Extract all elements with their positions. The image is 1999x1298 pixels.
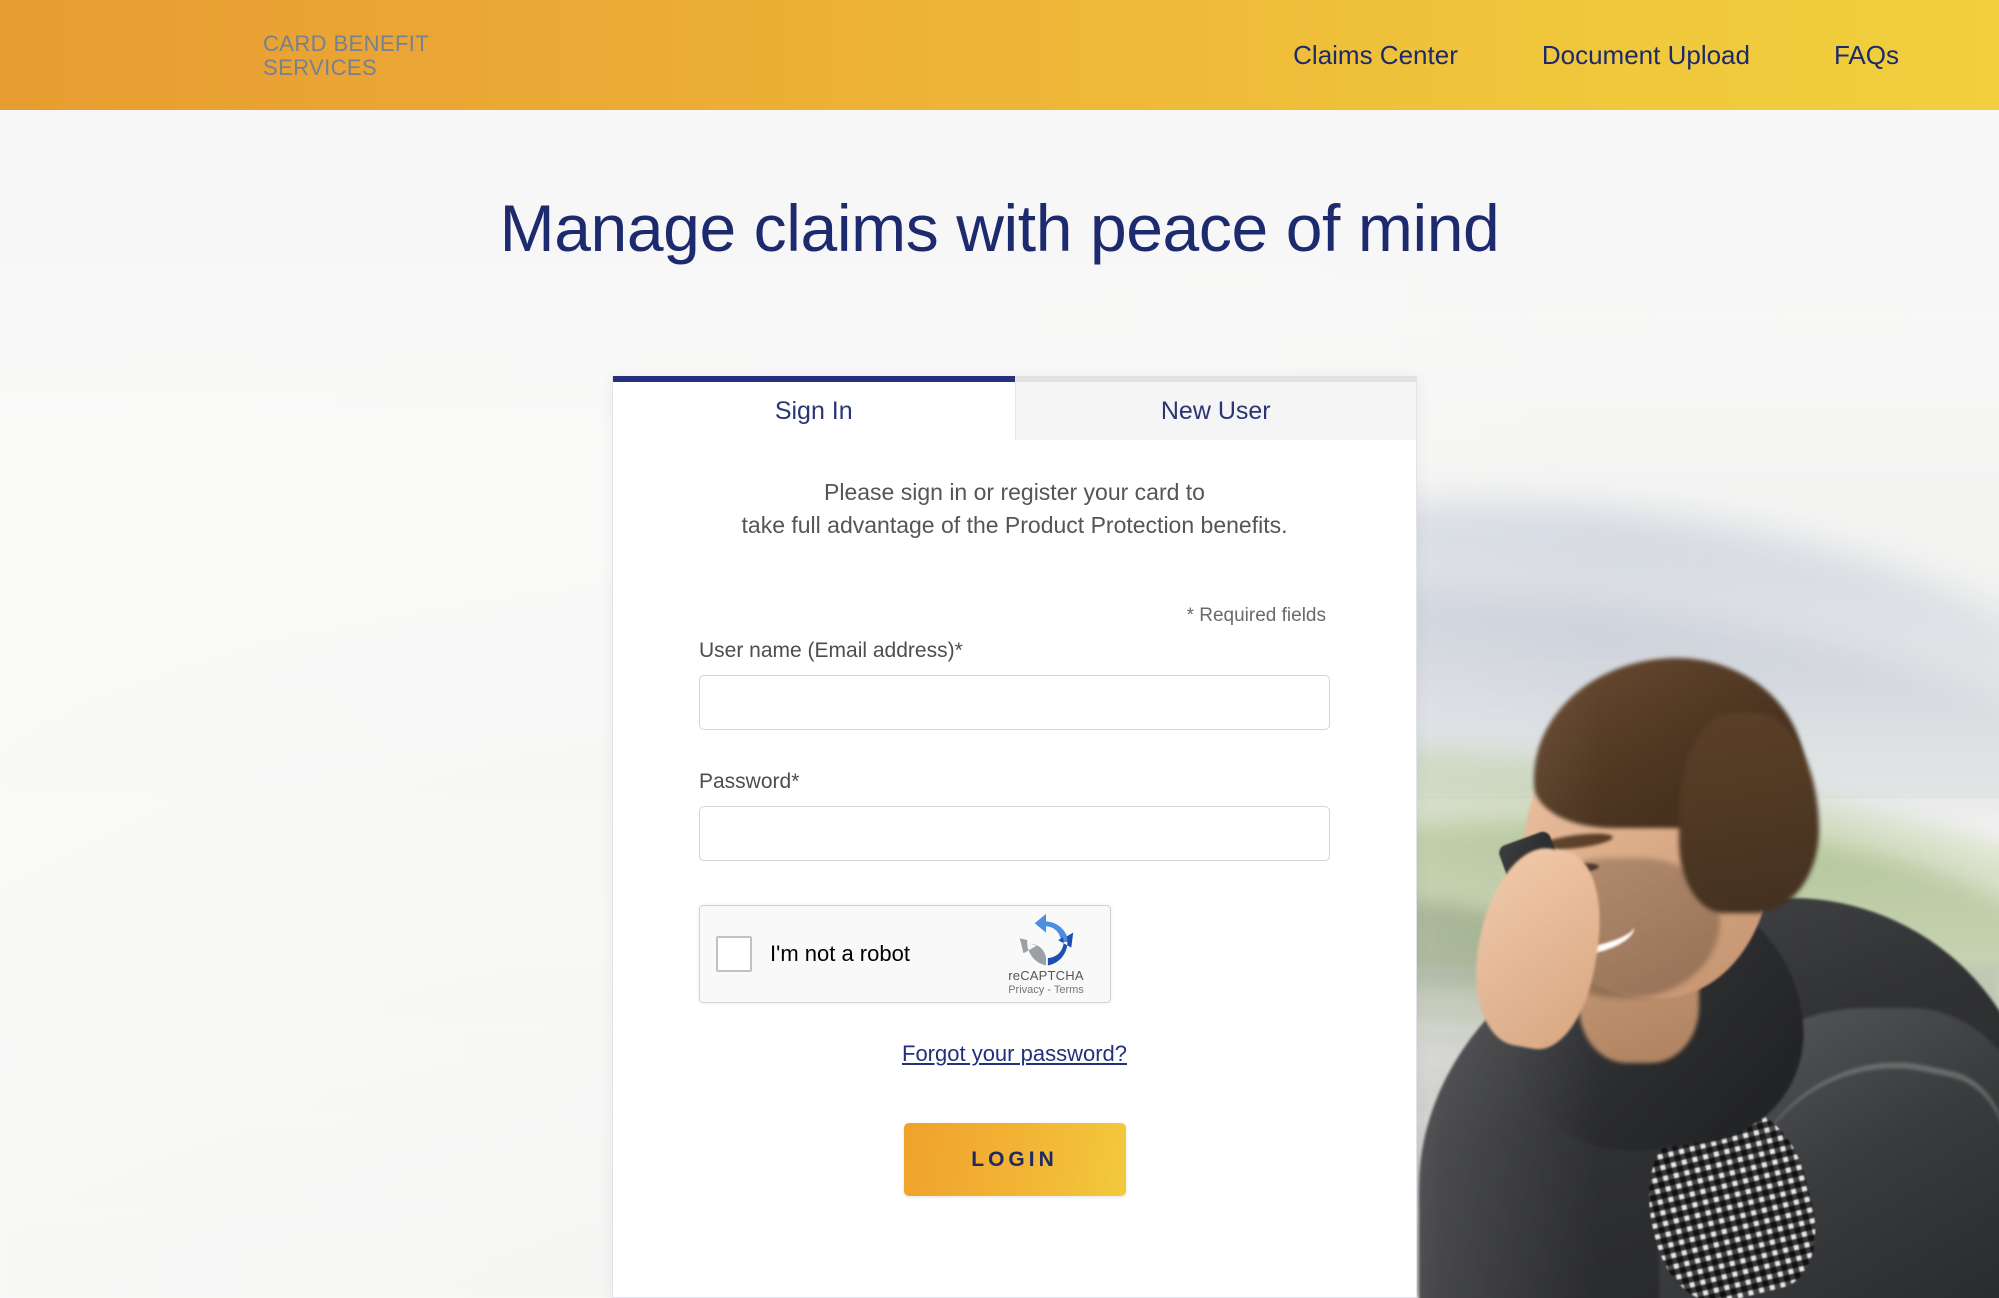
password-label: Password* — [699, 770, 800, 794]
intro-line-1: Please sign in or register your card to — [824, 479, 1205, 505]
username-label: User name (Email address)* — [699, 639, 963, 663]
recaptcha-branding: reCAPTCHA Privacy - Terms — [996, 912, 1096, 996]
tab-sign-in-label: Sign In — [774, 396, 853, 425]
login-button[interactable]: LOGIN — [903, 1123, 1126, 1197]
recaptcha-icon — [1019, 914, 1074, 966]
tab-sign-in[interactable]: Sign In — [613, 376, 1015, 440]
forgot-password-link[interactable]: Forgot your password? — [902, 1041, 1127, 1066]
intro-line-2: take full advantage of the Product Prote… — [741, 511, 1288, 538]
required-fields-note: * Required fields — [1186, 605, 1326, 627]
username-input[interactable] — [699, 675, 1330, 731]
recaptcha-brand-name: reCAPTCHA — [1008, 968, 1084, 984]
recaptcha-widget[interactable]: I'm not a robot reCAPTCHA Privacy - Term… — [699, 905, 1111, 1004]
sign-in-card: Sign In New User Please sign in or regis… — [612, 376, 1417, 1298]
card-body: Please sign in or register your card to … — [613, 476, 1416, 1197]
password-field-group: Password* — [699, 770, 1330, 862]
tab-new-user-label: New User — [1160, 396, 1271, 425]
recaptcha-label: I'm not a robot — [770, 941, 910, 967]
nav-claims-center[interactable]: Claims Center — [1251, 40, 1500, 71]
recaptcha-legal-links[interactable]: Privacy - Terms — [996, 984, 1096, 996]
site-header: CARD BENEFIT SERVICES Claims Center Docu… — [0, 0, 1999, 110]
intro-text: Please sign in or register your card to … — [699, 476, 1330, 541]
nav-faqs[interactable]: FAQs — [1792, 40, 1939, 71]
forgot-password-row: Forgot your password? — [699, 1041, 1330, 1067]
recaptcha-checkbox[interactable] — [716, 936, 752, 973]
username-field-group: User name (Email address)* — [699, 639, 1330, 731]
password-input[interactable] — [699, 806, 1330, 862]
tab-new-user[interactable]: New User — [1014, 376, 1416, 440]
login-button-row: LOGIN — [699, 1123, 1330, 1197]
page-title: Manage claims with peace of mind — [499, 191, 1500, 265]
card-tabs: Sign In New User — [613, 376, 1416, 440]
site-logo[interactable]: CARD BENEFIT SERVICES — [263, 32, 429, 79]
nav-document-upload[interactable]: Document Upload — [1500, 40, 1792, 71]
primary-navigation: Claims Center Document Upload FAQs — [1251, 0, 1999, 110]
